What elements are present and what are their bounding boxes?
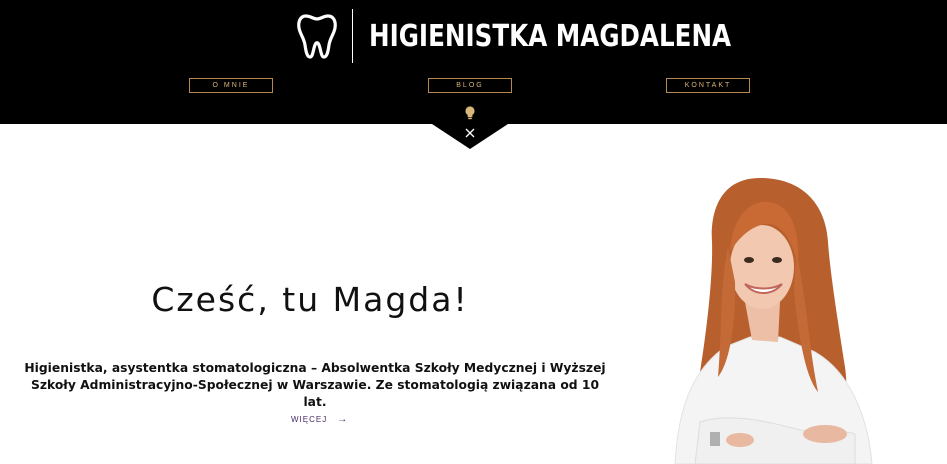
more-link[interactable]: WIĘCEJ → — [291, 414, 348, 425]
more-link-label: WIĘCEJ — [291, 415, 328, 424]
logo-divider — [352, 9, 353, 63]
portrait-photo — [674, 178, 873, 464]
nav-o-mnie[interactable]: O MNIE — [189, 78, 273, 93]
tooth-icon — [297, 14, 337, 59]
close-icon[interactable] — [465, 128, 475, 138]
nav-blog[interactable]: BLOG — [428, 78, 512, 93]
hero-title: Cześć, tu Magda! — [151, 280, 469, 319]
site-logo[interactable]: HIGIENISTKA MAGDALENA — [296, 8, 811, 64]
hero-description: Higienistka, asystentka stomatologiczna … — [24, 361, 606, 409]
lightbulb-icon[interactable] — [462, 105, 478, 121]
arrow-right-icon: → — [337, 414, 349, 425]
nav-kontakt[interactable]: KONTAKT — [666, 78, 750, 93]
site-title[interactable]: HIGIENISTKA MAGDALENA — [369, 19, 731, 54]
